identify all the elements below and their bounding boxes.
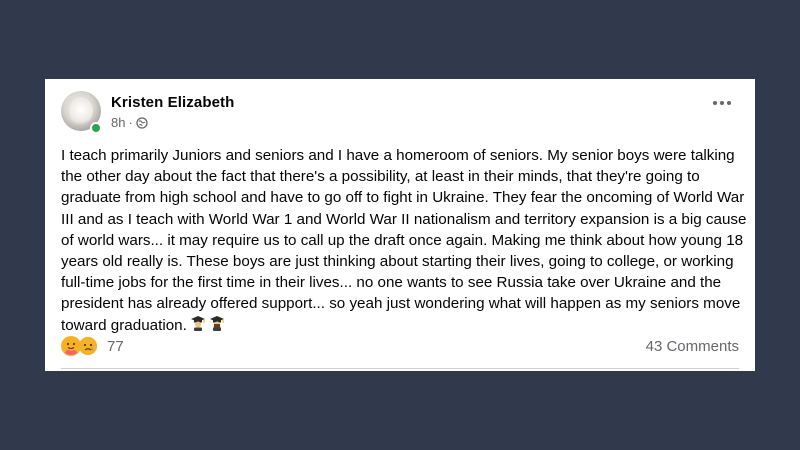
- post-author-name[interactable]: Kristen Elizabeth: [111, 94, 234, 111]
- reactions-summary[interactable]: 77: [61, 335, 124, 357]
- post-body-text: I teach primarily Juniors and seniors an…: [61, 147, 747, 334]
- post-body: I teach primarily Juniors and seniors an…: [61, 145, 747, 337]
- more-dot-icon: [720, 101, 724, 105]
- globe-icon[interactable]: [136, 116, 148, 129]
- more-dot-icon: [727, 101, 731, 105]
- reaction-count[interactable]: 77: [107, 338, 124, 355]
- care-reaction-icon: [61, 336, 81, 356]
- meta-separator: ·: [128, 115, 133, 130]
- online-status-dot: [90, 122, 102, 134]
- graduate-emoji-icon: [209, 315, 225, 337]
- divider: [61, 368, 739, 369]
- post-time[interactable]: 8h: [111, 115, 125, 130]
- graduate-emoji-icon: [190, 315, 206, 337]
- post-card: Kristen Elizabeth 8h · I teach primarily…: [45, 79, 755, 371]
- more-dot-icon: [713, 101, 717, 105]
- more-options-button[interactable]: [713, 101, 731, 105]
- comments-count-link[interactable]: 43 Comments: [646, 338, 739, 355]
- post-meta: 8h ·: [111, 115, 148, 130]
